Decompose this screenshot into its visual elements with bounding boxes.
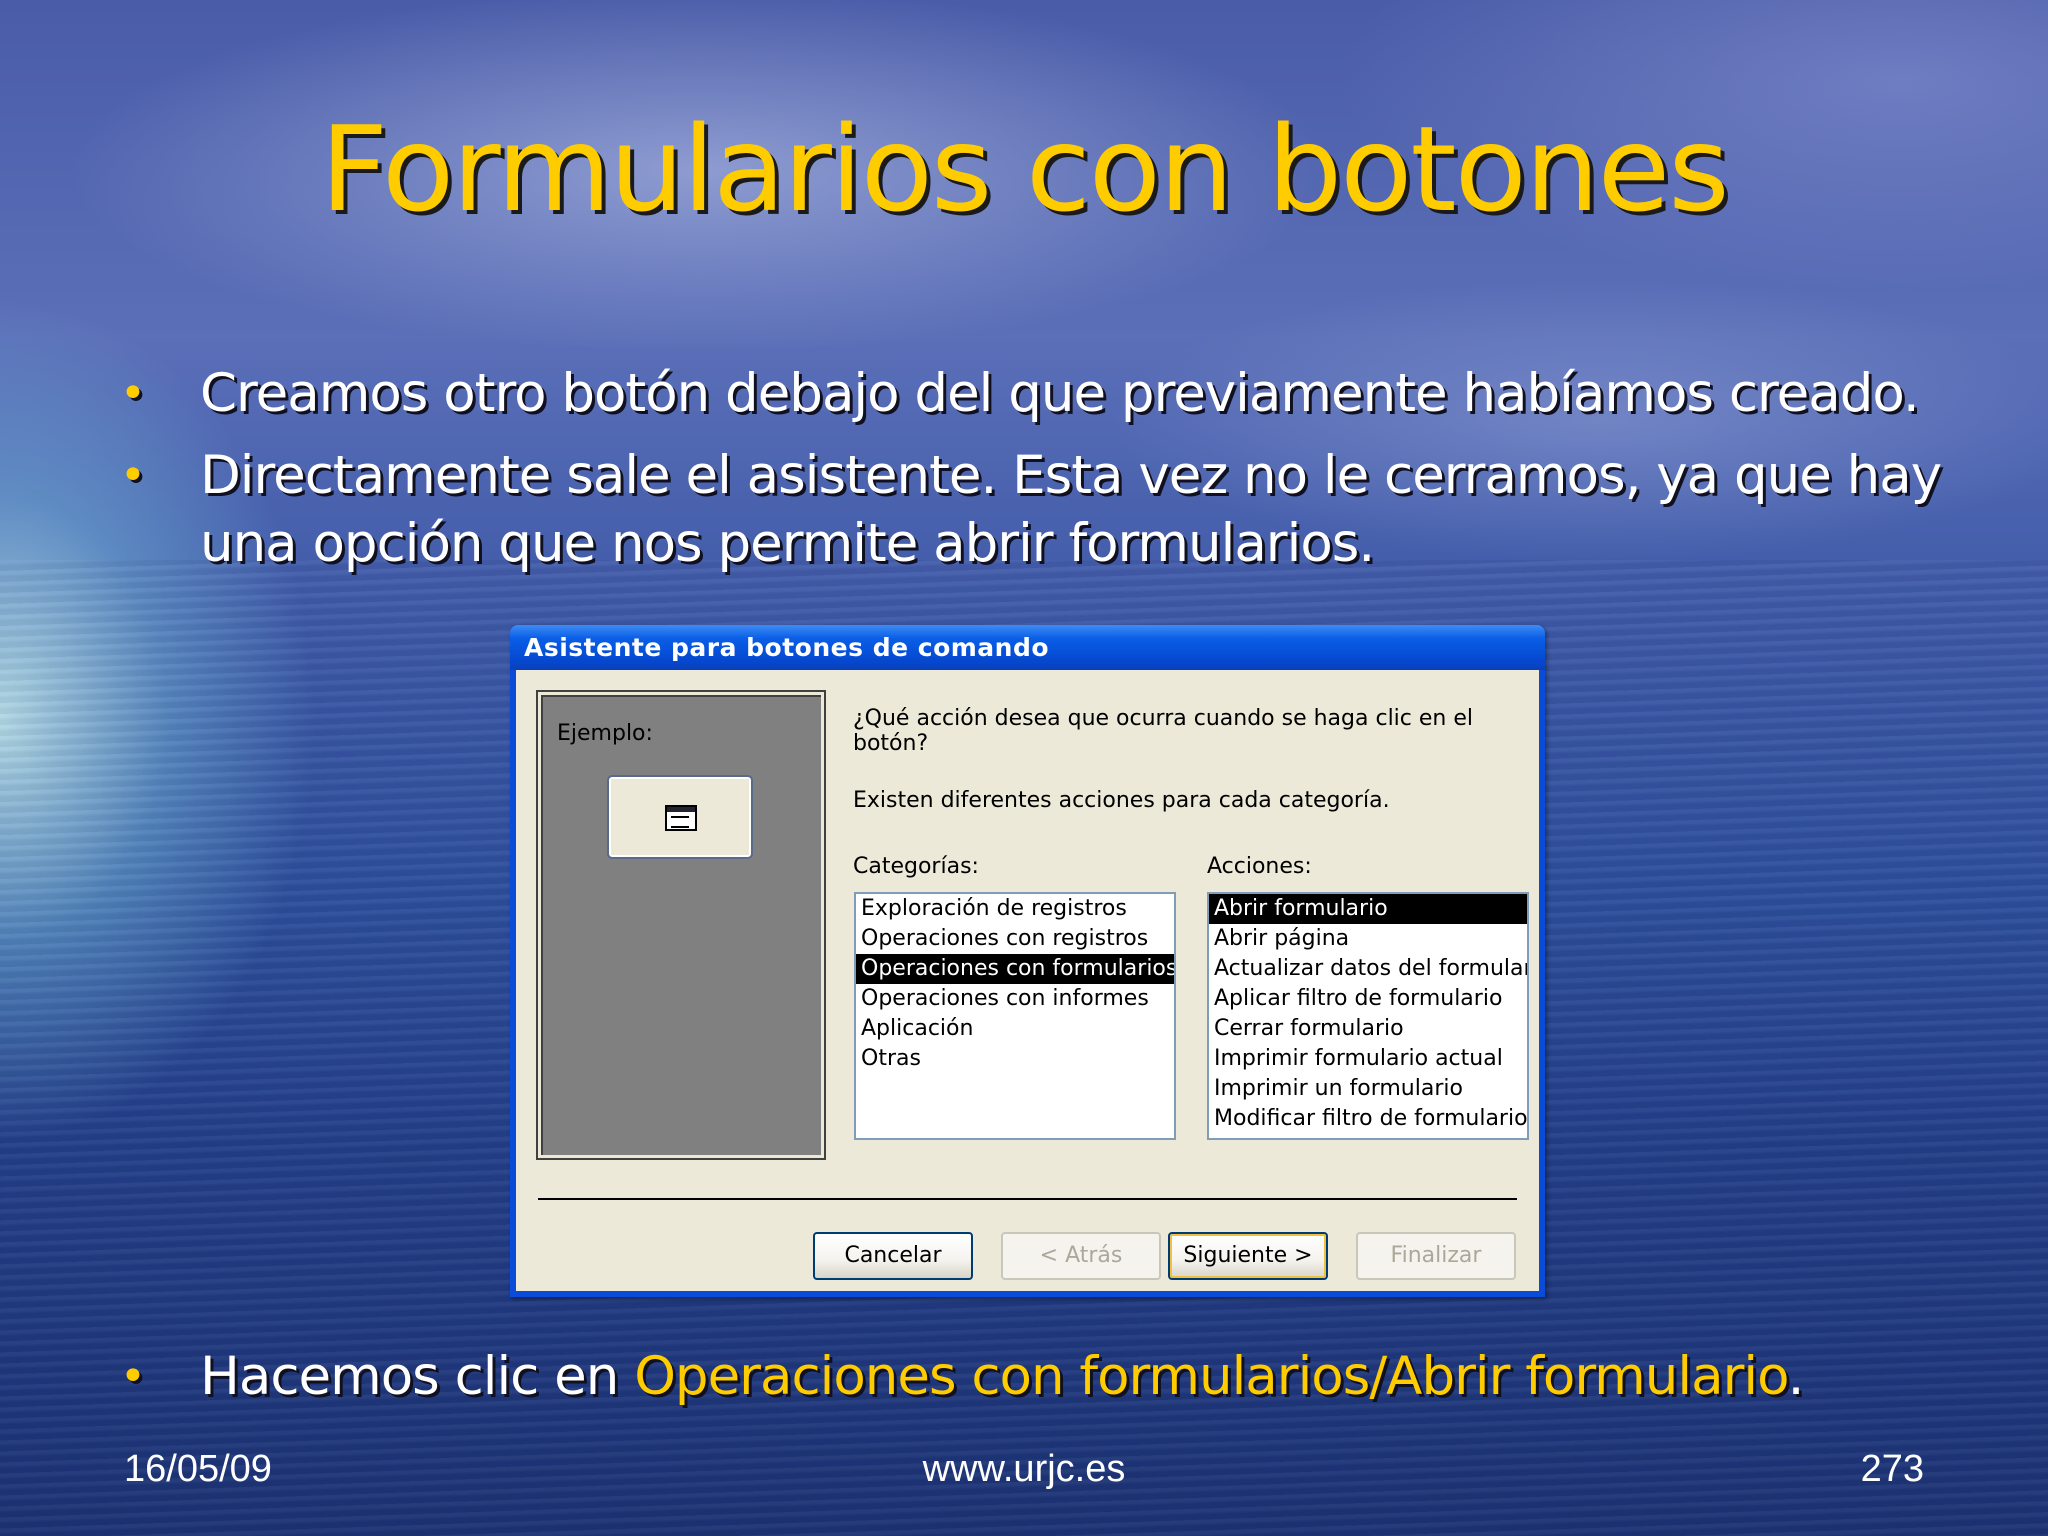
bullet-dot-icon: • [120,1351,146,1402]
category-item-selected[interactable]: Operaciones con formularios [856,954,1174,984]
actions-label: Acciones: [1207,854,1312,879]
action-item[interactable]: Imprimir formulario actual [1209,1044,1527,1074]
bullet-text-prefix: Hacemos clic en [200,1346,635,1407]
footer-page-number: 273 [1860,1448,1924,1490]
bullet-dot-icon: • [120,450,146,501]
example-label: Ejemplo: [557,721,653,746]
slide-title: Formularios con botones [320,100,1729,238]
action-item[interactable]: Cerrar formulario [1209,1014,1527,1044]
actions-listbox[interactable]: Abrir formulario Abrir página Actualizar… [1207,892,1529,1140]
bullet-text: Creamos otro botón debajo del que previa… [200,363,1920,424]
category-item[interactable]: Otras [856,1044,1174,1074]
bullet-highlight: Operaciones con formularios/Abrir formul… [634,1346,1788,1407]
next-button[interactable]: Siguiente > [1168,1232,1328,1280]
bullet-item: • Directamente sale el asistente. Esta v… [120,442,1950,578]
bullet-text: Directamente sale el asistente. Esta vez… [200,445,1942,574]
action-item[interactable]: Modificar filtro de formulario [1209,1104,1527,1134]
cancel-button[interactable]: Cancelar [813,1232,973,1280]
category-item[interactable]: Operaciones con informes [856,984,1174,1014]
footer-site: www.urjc.es [922,1448,1126,1490]
action-item[interactable]: Imprimir un formulario [1209,1074,1527,1104]
back-button[interactable]: < Atrás [1001,1232,1161,1280]
question-text: ¿Qué acción desea que ocurra cuando se h… [853,706,1473,756]
finish-button[interactable]: Finalizar [1356,1232,1516,1280]
form-icon [665,805,697,831]
categories-label: Categorías: [853,854,979,879]
categories-listbox[interactable]: Exploración de registros Operaciones con… [854,892,1176,1140]
bullet-item: • Hacemos clic en Operaciones con formul… [120,1343,1805,1411]
category-item[interactable]: Exploración de registros [856,894,1174,924]
bullet-list: • Creamos otro botón debajo del que prev… [120,360,1950,592]
info-text: Existen diferentes acciones para cada ca… [853,788,1390,813]
bullet-item: • Creamos otro botón debajo del que prev… [120,360,1950,428]
action-item[interactable]: Aplicar filtro de formulario [1209,984,1527,1014]
dialog-titlebar[interactable]: Asistente para botones de comando [510,625,1545,670]
action-item[interactable]: Abrir página [1209,924,1527,954]
example-button-preview [607,775,753,859]
command-button-wizard-dialog: Asistente para botones de comando Ejempl… [510,625,1545,1297]
bullet-dot-icon: • [120,368,146,419]
separator [538,1198,1517,1200]
example-panel: Ejemplo: [536,690,826,1160]
action-item[interactable]: Actualizar datos del formulario [1209,954,1527,984]
bullet-text-suffix: . [1787,1346,1805,1407]
action-item-selected[interactable]: Abrir formulario [1209,894,1527,924]
category-item[interactable]: Aplicación [856,1014,1174,1044]
dialog-body: Ejemplo: ¿Qué acción desea que ocurra cu… [516,670,1539,1291]
category-item[interactable]: Operaciones con registros [856,924,1174,954]
